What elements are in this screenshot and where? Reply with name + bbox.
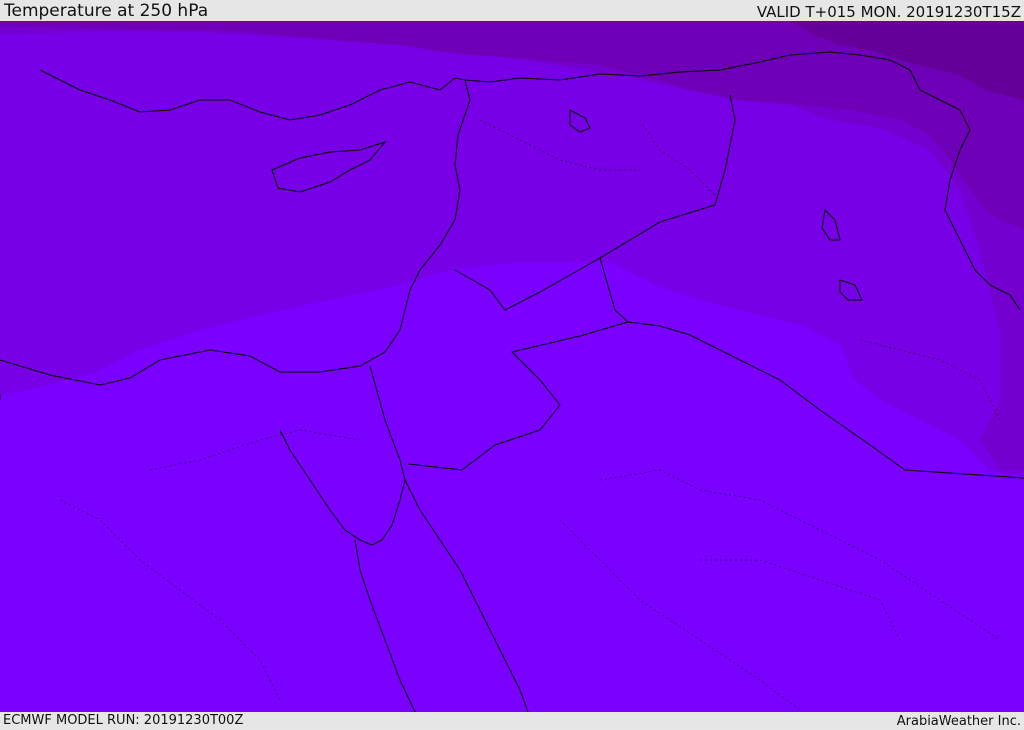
map-canvas <box>0 21 1024 712</box>
credit-label: ArabiaWeather Inc. <box>896 714 1021 729</box>
map-footer: ECMWF MODEL RUN: 20191230T00Z ArabiaWeat… <box>0 712 1024 729</box>
map-header: Temperature at 250 hPa VALID T+015 MON. … <box>0 0 1024 21</box>
weather-map[interactable] <box>0 21 1024 712</box>
valid-time: VALID T+015 MON. 20191230T15Z <box>756 3 1021 21</box>
map-title: Temperature at 250 hPa <box>4 1 209 21</box>
model-run-label: ECMWF MODEL RUN: 20191230T00Z <box>3 713 244 728</box>
